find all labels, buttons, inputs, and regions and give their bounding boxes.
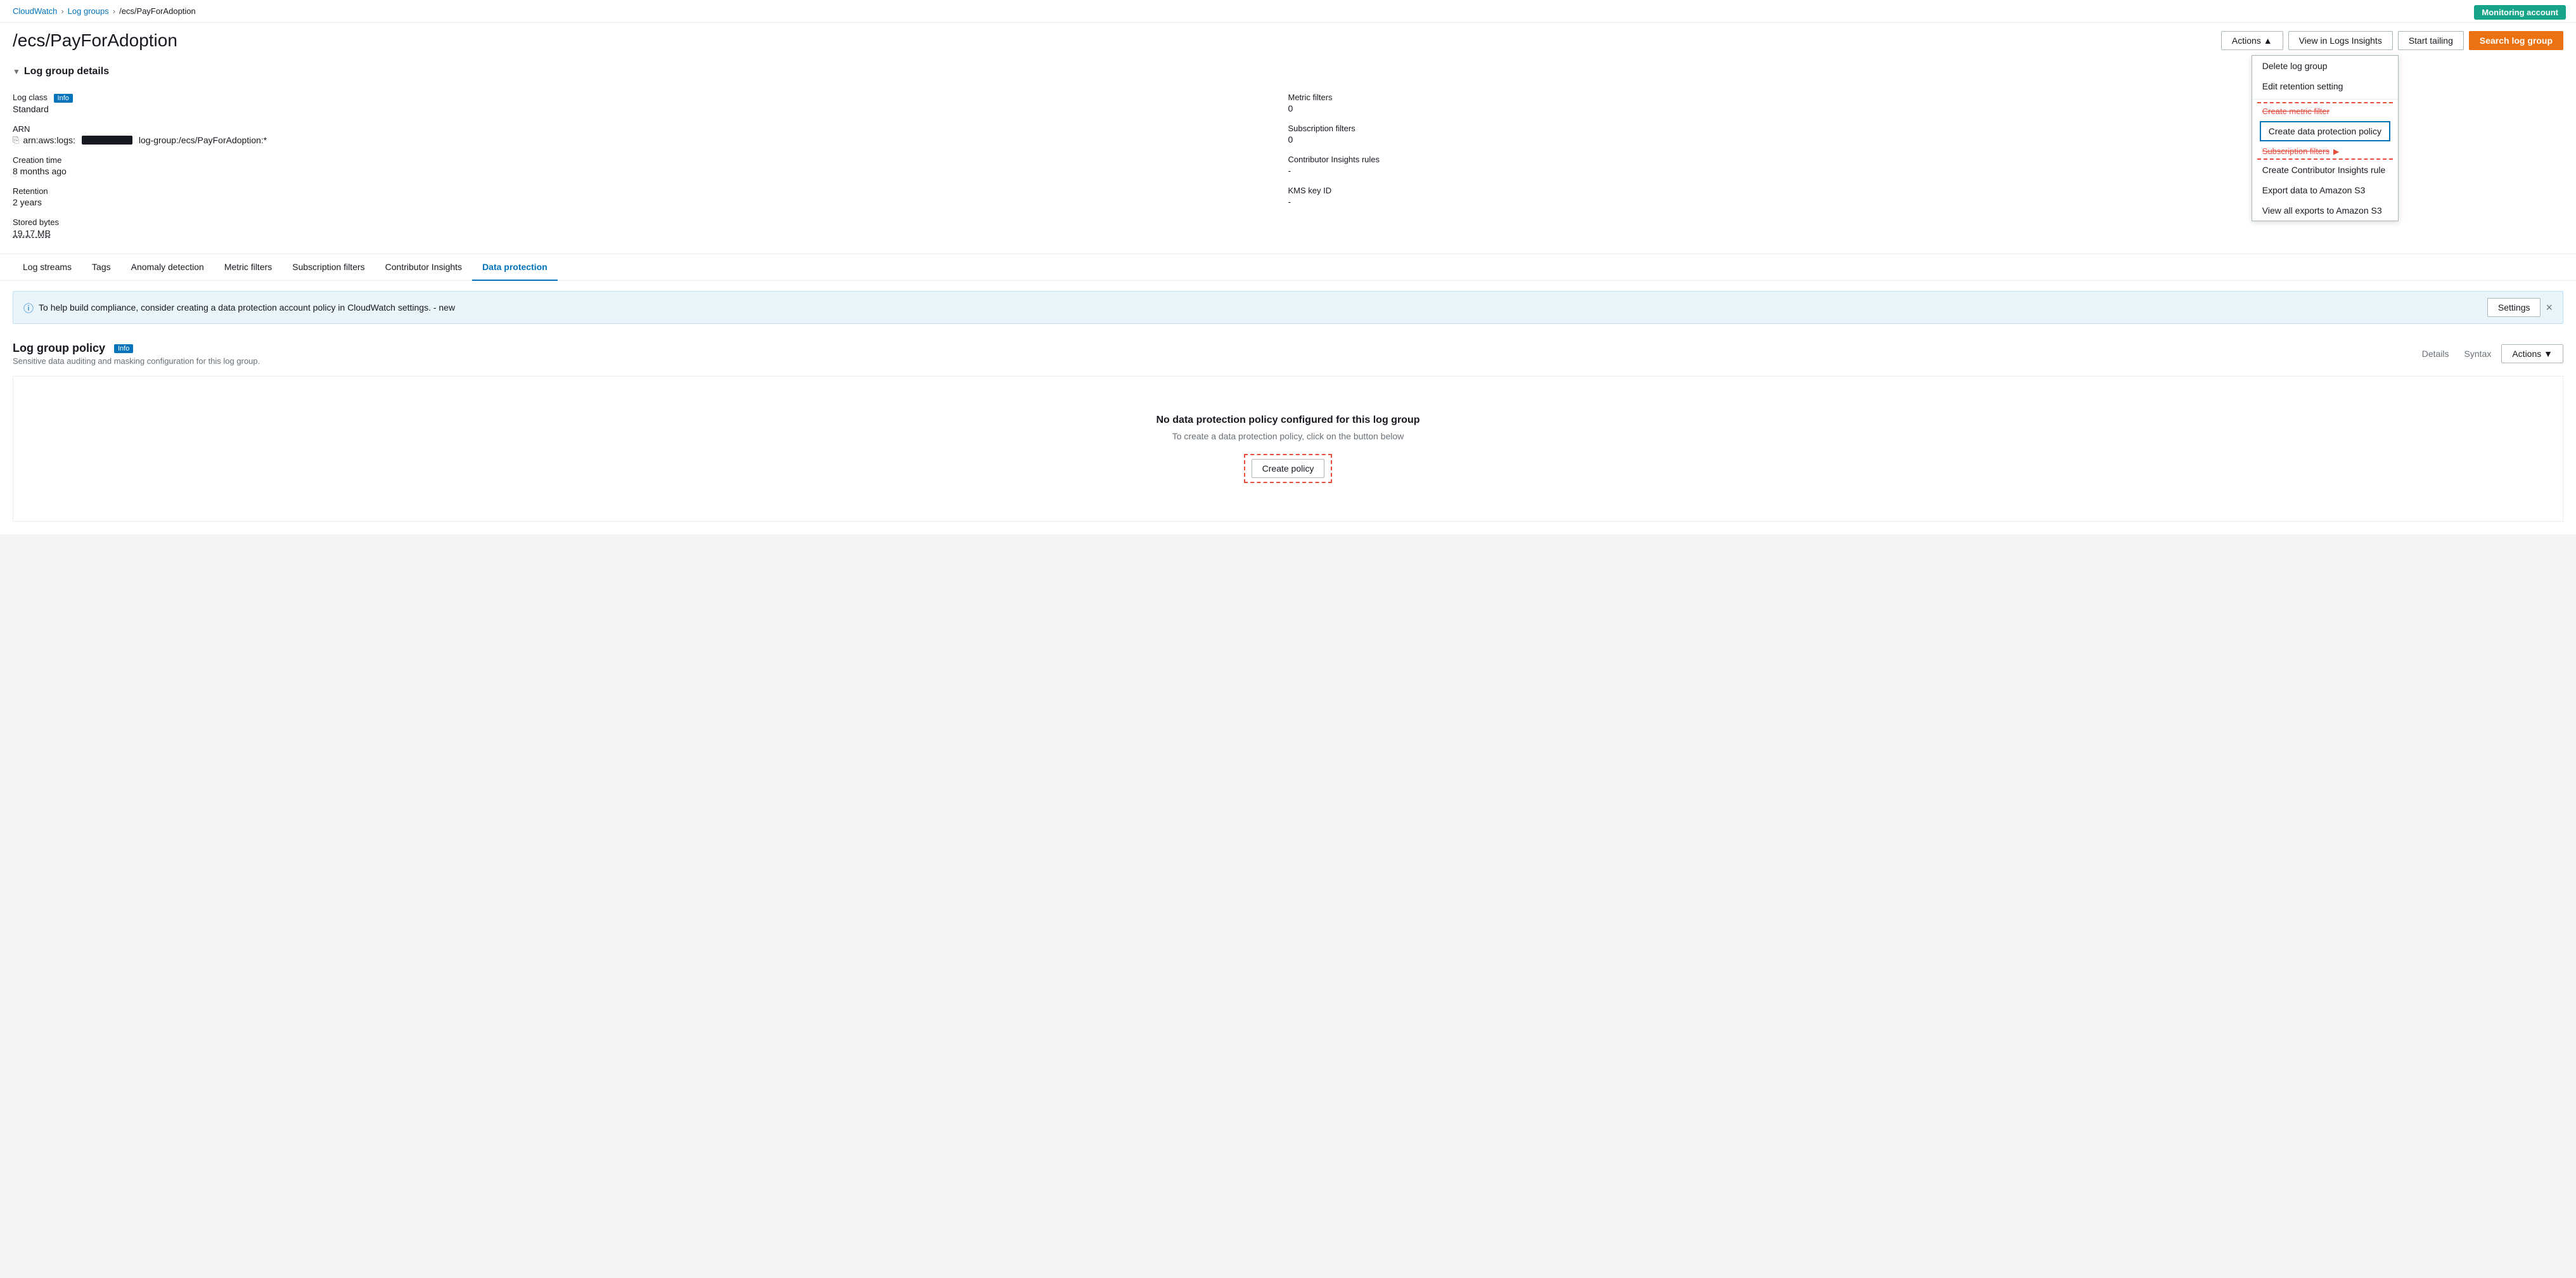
main-content: ▼ Log group details Log class Info Stand… <box>0 56 2576 534</box>
arn-redacted <box>82 136 132 145</box>
empty-state-title: No data protection policy configured for… <box>26 415 2550 426</box>
create-policy-button[interactable]: Create policy <box>1252 459 1325 478</box>
stored-bytes-item: Stored bytes 19.17 MB <box>13 212 1288 243</box>
info-circle-icon: ⓘ <box>23 300 34 315</box>
dropdown-edit-retention[interactable]: Edit retention setting <box>2252 76 2398 96</box>
copy-icon[interactable]: ⎘ <box>13 135 19 145</box>
policy-section: Log group policy Info Sensitive data aud… <box>0 334 2576 534</box>
page-title: /ecs/PayForAdoption <box>13 30 177 51</box>
section-title: Log group details <box>24 66 109 77</box>
empty-state-desc: To create a data protection policy, clic… <box>26 431 2550 441</box>
monitoring-badge: Monitoring account <box>2474 5 2566 20</box>
info-banner-actions: Settings × <box>2487 298 2553 317</box>
retention-label: Retention <box>13 186 1288 196</box>
sub-arrow-icon: ▶ <box>2333 147 2339 156</box>
tab-anomaly-detection[interactable]: Anomaly detection <box>121 254 214 281</box>
details-grid: Log class Info Standard ARN ⎘ arn:aws:lo… <box>13 87 2563 243</box>
collapse-icon: ▼ <box>13 67 20 76</box>
arn-item: ARN ⎘ arn:aws:logs: log-group:/ecs/PayFor… <box>13 119 1288 150</box>
dropdown-create-data-protection[interactable]: Create data protection policy <box>2260 121 2390 141</box>
create-policy-wrapper: Create policy <box>1244 454 1333 483</box>
stored-bytes-value: 19.17 MB <box>13 228 1288 238</box>
policy-info-badge[interactable]: Info <box>114 344 133 353</box>
dropdown-export-s3[interactable]: Export data to Amazon S3 <box>2252 180 2398 200</box>
tab-data-protection[interactable]: Data protection <box>472 254 558 281</box>
arn-suffix: log-group:/ecs/PayForAdoption:* <box>139 135 267 145</box>
section-header[interactable]: ▼ Log group details <box>13 66 2563 77</box>
creation-time-label: Creation time <box>13 155 1288 165</box>
breadcrumb-cloudwatch[interactable]: CloudWatch <box>13 6 57 16</box>
dropdown-delete-log-group[interactable]: Delete log group <box>2252 56 2398 76</box>
details-section: ▼ Log group details Log class Info Stand… <box>0 56 2576 254</box>
tab-subscription-filters[interactable]: Subscription filters <box>282 254 375 281</box>
retention-item: Retention 2 years <box>13 181 1288 212</box>
log-class-value: Standard <box>13 104 1288 114</box>
arn-label: ARN <box>13 124 1288 134</box>
start-tailing-button[interactable]: Start tailing <box>2398 31 2464 50</box>
policy-actions: Details Syntax Actions ▼ <box>2417 344 2563 363</box>
log-class-label: Log class Info <box>13 93 1288 103</box>
tab-contributor-insights[interactable]: Contributor Insights <box>375 254 472 281</box>
policy-details-button[interactable]: Details <box>2417 346 2454 361</box>
details-left-col: Log class Info Standard ARN ⎘ arn:aws:lo… <box>13 87 1288 243</box>
arn-prefix: arn:aws:logs: <box>23 135 75 145</box>
info-banner-left: ⓘ To help build compliance, consider cre… <box>23 300 455 315</box>
stored-bytes-label: Stored bytes <box>13 217 1288 227</box>
policy-header: Log group policy Info Sensitive data aud… <box>13 334 2563 368</box>
creation-time-value: 8 months ago <box>13 166 1288 176</box>
info-settings-button[interactable]: Settings <box>2487 298 2541 317</box>
dropdown-create-contributor[interactable]: Create Contributor Insights rule <box>2252 160 2398 180</box>
actions-button[interactable]: Actions ▲ <box>2221 31 2283 50</box>
arn-value: ⎘ arn:aws:logs: log-group:/ecs/PayForAdop… <box>13 135 1288 145</box>
policy-subtitle: Sensitive data auditing and masking conf… <box>13 356 260 366</box>
top-actions: Actions ▲ View in Logs Insights Start ta… <box>2221 31 2563 50</box>
log-class-item: Log class Info Standard <box>13 87 1288 119</box>
policy-syntax-button[interactable]: Syntax <box>2459 346 2497 361</box>
policy-title-col: Log group policy Info Sensitive data aud… <box>13 342 260 366</box>
breadcrumb-sep-2: › <box>113 6 115 16</box>
empty-state: No data protection policy configured for… <box>13 376 2563 522</box>
tabs-bar: Log streams Tags Anomaly detection Metri… <box>0 254 2576 281</box>
breadcrumb: CloudWatch › Log groups › /ecs/PayForAdo… <box>0 0 2576 23</box>
dropdown-subscription-filters-label: Subscription filters <box>2262 146 2329 156</box>
tab-log-streams[interactable]: Log streams <box>13 254 82 281</box>
info-banner: ⓘ To help build compliance, consider cre… <box>13 291 2563 324</box>
info-close-button[interactable]: × <box>2546 301 2553 314</box>
policy-actions-button[interactable]: Actions ▼ <box>2501 344 2563 363</box>
info-banner-text: To help build compliance, consider creat… <box>39 302 455 313</box>
tab-metric-filters[interactable]: Metric filters <box>214 254 282 281</box>
view-logs-insights-button[interactable]: View in Logs Insights <box>2288 31 2393 50</box>
breadcrumb-current: /ecs/PayForAdoption <box>119 6 196 16</box>
dropdown-view-exports-s3[interactable]: View all exports to Amazon S3 <box>2252 200 2398 221</box>
dropdown-create-metric-filter-label: Create metric filter <box>2262 106 2329 116</box>
log-class-info-badge[interactable]: Info <box>54 94 73 103</box>
top-bar: /ecs/PayForAdoption Actions ▲ View in Lo… <box>0 23 2576 56</box>
retention-value: 2 years <box>13 197 1288 207</box>
breadcrumb-log-groups[interactable]: Log groups <box>68 6 109 16</box>
policy-title: Log group policy <box>13 342 105 355</box>
search-log-group-button[interactable]: Search log group <box>2469 31 2563 50</box>
tab-tags[interactable]: Tags <box>82 254 121 281</box>
breadcrumb-sep-1: › <box>61 6 63 16</box>
creation-time-item: Creation time 8 months ago <box>13 150 1288 181</box>
policy-title-row: Log group policy Info <box>13 342 260 355</box>
actions-dropdown: Delete log group Edit retention setting … <box>2252 55 2399 221</box>
